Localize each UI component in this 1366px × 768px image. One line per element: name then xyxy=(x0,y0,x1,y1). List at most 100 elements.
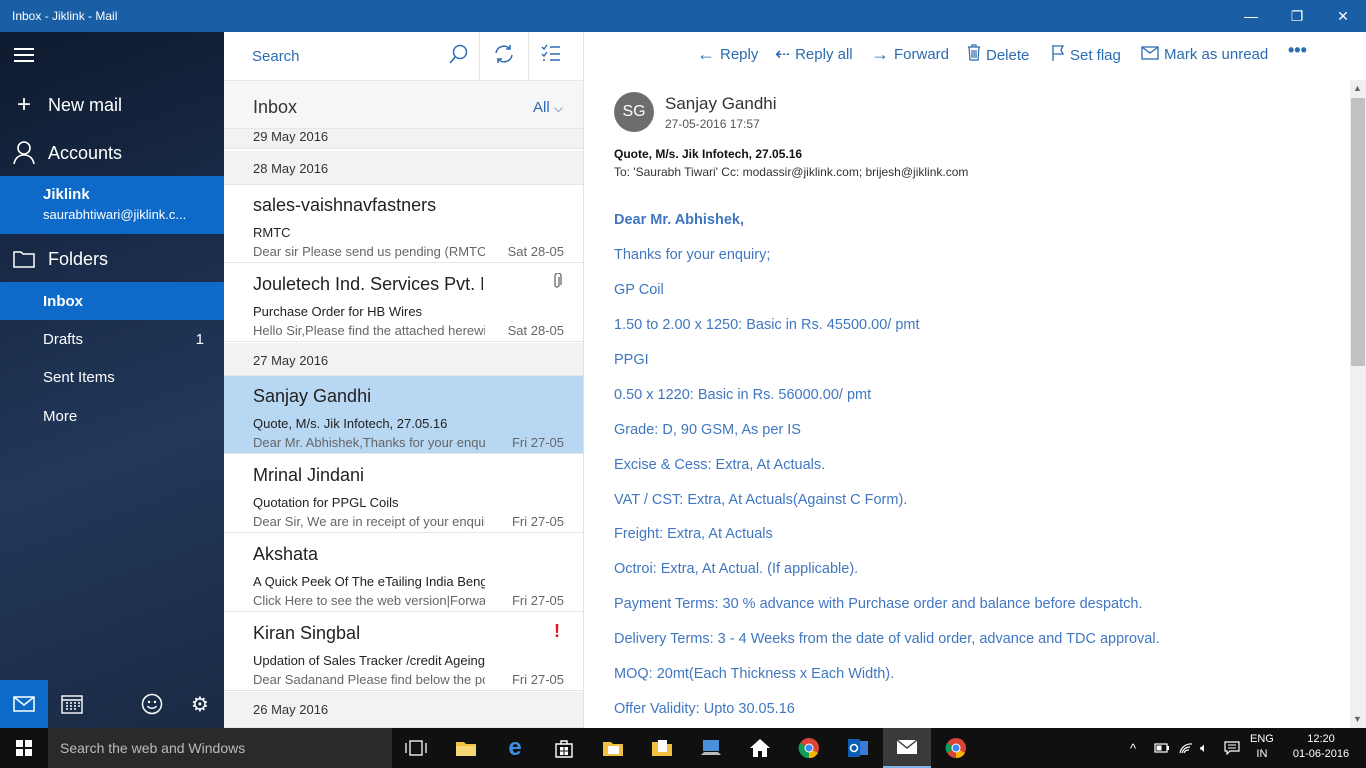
body-paragraph: Grade: D, 90 GSM, As per IS xyxy=(614,422,801,438)
action-center-icon[interactable] xyxy=(1224,728,1240,768)
date-group-label: 26 May 2016 xyxy=(253,702,329,717)
account-name: Jiklink xyxy=(43,186,90,203)
selection-mode-icon[interactable] xyxy=(541,44,561,68)
filter-label: All xyxy=(533,99,550,116)
search-input[interactable]: Search xyxy=(252,48,300,65)
title-bar: Inbox - Jiklink - Mail — ❐ ✕ xyxy=(0,0,1366,32)
folder-label: Sent Items xyxy=(43,368,115,386)
home-icon[interactable] xyxy=(736,728,784,768)
folder-drafts[interactable]: Drafts 1 xyxy=(0,320,224,358)
edge-browser-icon[interactable]: e xyxy=(491,728,539,768)
body-paragraph: Thanks for your enquiry; xyxy=(614,247,771,263)
volume-muted-icon[interactable]: 🔈︎ xyxy=(1200,728,1208,768)
system-clock[interactable]: 12:20 01-06-2016 xyxy=(1290,732,1352,762)
restore-button[interactable]: ❐ xyxy=(1274,0,1320,32)
body-paragraph: Delivery Terms: 3 - 4 Weeks from the dat… xyxy=(614,631,1160,647)
hamburger-menu-icon[interactable] xyxy=(14,48,34,62)
chrome-browser-icon[interactable] xyxy=(932,728,980,768)
feedback-smiley-icon[interactable] xyxy=(128,680,176,728)
message-date: Fri 27-05 xyxy=(511,514,564,529)
taskbar-search-box[interactable]: Search the web and Windows xyxy=(48,728,392,768)
account-item-jiklink[interactable]: Jiklink saurabhtiwari@jiklink.c... xyxy=(0,176,224,234)
search-icon[interactable] xyxy=(449,44,469,70)
date-group-label: 28 May 2016 xyxy=(253,161,329,176)
mark-as-unread-button[interactable]: Mark as unread xyxy=(1141,44,1268,65)
forward-button[interactable]: → Forward xyxy=(871,44,949,65)
set-flag-label: Set flag xyxy=(1070,46,1121,64)
message-preview: Dear Mr. Abhishek,Thanks for your enquir… xyxy=(253,435,485,450)
accounts-label: Accounts xyxy=(48,142,123,163)
navigation-pane: + New mail Accounts Jiklink saurabhtiwar… xyxy=(0,32,224,728)
battery-icon[interactable] xyxy=(1154,728,1170,768)
input-language-indicator[interactable]: ENG IN xyxy=(1250,732,1274,762)
body-paragraph: Octroi: Extra, At Actual. (If applicable… xyxy=(614,561,859,577)
clock-time: 12:20 xyxy=(1307,733,1335,745)
new-mail-button[interactable]: + New mail xyxy=(0,90,224,120)
avatar: SG xyxy=(614,92,654,132)
show-hidden-icons-chevron-icon[interactable]: ^ xyxy=(1130,728,1136,768)
message-item[interactable]: Mrinal Jindani Quotation for PPGL Coils … xyxy=(224,455,583,533)
date-group-header: 26 May 2016 xyxy=(224,692,583,728)
body-paragraph: MOQ: 20mt(Each Thickness x Each Width). xyxy=(614,666,895,682)
mail-app-taskbar-icon[interactable] xyxy=(883,728,931,768)
message-sender: sales-vaishnavfastners xyxy=(253,195,437,215)
sync-icon[interactable] xyxy=(493,44,515,70)
message-item-selected[interactable]: Sanjay Gandhi Quote, M/s. Jik Infotech, … xyxy=(224,376,583,454)
more-actions-button[interactable]: ••• xyxy=(1288,40,1307,61)
wifi-icon[interactable] xyxy=(1178,728,1194,768)
message-date: Sat 28-05 xyxy=(507,244,564,259)
start-button[interactable] xyxy=(0,728,48,768)
date-group-header: 28 May 2016 xyxy=(224,151,583,185)
outlook-icon[interactable] xyxy=(834,728,882,768)
filter-dropdown[interactable]: All ⌵ xyxy=(533,99,563,116)
reply-all-label: Reply all xyxy=(795,46,853,63)
close-button[interactable]: ✕ xyxy=(1320,0,1366,32)
language-code: ENG xyxy=(1250,733,1274,745)
message-item[interactable]: Akshata A Quick Peek Of The eTailing Ind… xyxy=(224,534,583,612)
body-paragraph: 1.50 to 2.00 x 1250: Basic in Rs. 45500.… xyxy=(614,317,920,333)
accounts-button[interactable]: Accounts xyxy=(0,138,224,168)
message-item[interactable]: Kiran Singbal ! Updation of Sales Tracke… xyxy=(224,613,583,691)
settings-gear-icon[interactable]: ⚙ xyxy=(176,680,224,728)
mark-as-unread-label: Mark as unread xyxy=(1164,46,1269,63)
message-toolbar: ← Reply ⇠ Reply all → Forward Delete Set fl… xyxy=(585,32,1366,80)
date-group-label: 29 May 2016 xyxy=(253,129,329,144)
folder-app-icon[interactable] xyxy=(589,728,637,768)
calendar-icon[interactable] xyxy=(48,680,96,728)
message-date: Fri 27-05 xyxy=(511,672,564,687)
reply-all-button[interactable]: ⇠ Reply all xyxy=(775,44,853,65)
delete-button[interactable]: Delete xyxy=(967,44,1029,66)
message-item[interactable]: Jouletech Ind. Services Pvt. Ltd. Purcha… xyxy=(224,264,583,342)
store-icon[interactable] xyxy=(540,728,588,768)
reply-arrow-icon: ← xyxy=(697,44,715,64)
scroll-up-arrow-icon[interactable]: ▲ xyxy=(1353,83,1362,93)
scrollbar-thumb[interactable] xyxy=(1351,98,1365,366)
task-view-icon[interactable] xyxy=(392,728,440,768)
file-explorer-icon[interactable] xyxy=(442,728,490,768)
folder-sent-items[interactable]: Sent Items xyxy=(0,358,224,396)
body-paragraph: VAT / CST: Extra, At Actuals(Against C F… xyxy=(614,492,908,508)
clock-date: 01-06-2016 xyxy=(1292,748,1350,760)
scroll-down-arrow-icon[interactable]: ▼ xyxy=(1353,714,1362,724)
vertical-scrollbar[interactable]: ▲ ▼ xyxy=(1350,80,1366,728)
sender-name[interactable]: Sanjay Gandhi xyxy=(665,94,777,114)
minimize-button[interactable]: — xyxy=(1228,0,1274,32)
divider xyxy=(479,32,480,81)
message-sender: Mrinal Jindani xyxy=(253,465,365,485)
folder-more[interactable]: More xyxy=(0,397,224,435)
sent-timestamp: 27-05-2016 17:57 xyxy=(665,117,760,131)
desktop-app-icon[interactable] xyxy=(687,728,735,768)
folders-button[interactable]: Folders xyxy=(0,244,224,274)
folder-inbox[interactable]: Inbox xyxy=(0,282,224,320)
message-sender: Akshata xyxy=(253,544,319,564)
message-item[interactable]: sales-vaishnavfastners RMTC Dear sir Ple… xyxy=(224,185,583,263)
chrome-browser-icon[interactable] xyxy=(785,728,833,768)
set-flag-button[interactable]: Set flag xyxy=(1051,44,1121,66)
mail-icon[interactable] xyxy=(0,680,48,728)
reply-button[interactable]: ← Reply xyxy=(697,44,758,65)
folder-label: More xyxy=(43,407,78,425)
more-ellipsis-icon: ••• xyxy=(1288,40,1307,60)
documents-folder-icon[interactable] xyxy=(638,728,686,768)
window-title: Inbox - Jiklink - Mail xyxy=(12,9,118,23)
reading-pane: ← Reply ⇠ Reply all → Forward Delete Set fl… xyxy=(585,32,1366,728)
